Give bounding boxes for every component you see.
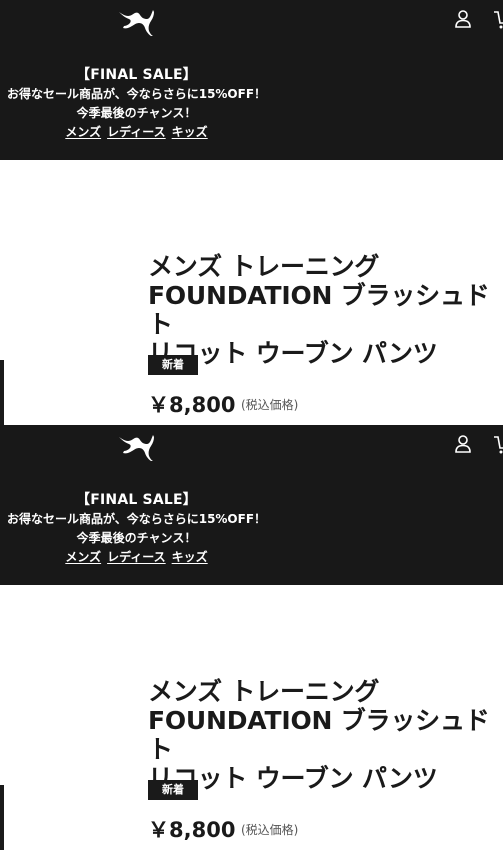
page-viewport-top: 【FINAL SALE】 お得なセール商品が、今ならさらに15%OFF！ 今季最… xyxy=(0,0,503,425)
product-price: ￥8,800 xyxy=(148,393,236,417)
promo-link-ladies[interactable]: レディース xyxy=(107,550,166,564)
product-price: ￥8,800 xyxy=(148,818,236,842)
tax-note: (税込価格) xyxy=(241,398,299,412)
product-image-edge xyxy=(0,785,4,850)
page-viewport-bottom: 【FINAL SALE】 お得なセール商品が、今ならさらに15%OFF！ 今季最… xyxy=(0,425,503,850)
product-title: メンズ トレーニング FOUNDATION ブラッシュド ト リコット ウーブン… xyxy=(148,677,490,793)
promo-link-kids[interactable]: キッズ xyxy=(172,125,208,139)
account-button[interactable] xyxy=(452,433,474,455)
promo-link-mens[interactable]: メンズ xyxy=(65,125,101,139)
promo-banner: 【FINAL SALE】 お得なセール商品が、今ならさらに15%OFF！ 今季最… xyxy=(0,467,503,585)
header-bar xyxy=(0,0,503,42)
promo-subtext: 今季最後のチャンス！ xyxy=(76,106,197,120)
new-badge: 新着 xyxy=(148,355,198,375)
promo-link-kids[interactable]: キッズ xyxy=(172,550,208,564)
cart-icon xyxy=(494,11,503,29)
product-title: メンズ トレーニング FOUNDATION ブラッシュド ト リコット ウーブン… xyxy=(148,252,490,368)
promo-links: メンズ レディース キッズ xyxy=(0,123,273,142)
tax-note: (税込価格) xyxy=(241,823,299,837)
promo-link-ladies[interactable]: レディース xyxy=(107,125,166,139)
cart-button[interactable] xyxy=(492,433,503,455)
puma-logo-icon[interactable] xyxy=(116,4,158,38)
user-icon xyxy=(455,435,471,453)
promo-title: 【FINAL SALE】 xyxy=(76,492,197,508)
user-icon xyxy=(455,10,471,28)
promo-title: 【FINAL SALE】 xyxy=(76,67,197,83)
puma-logo-icon[interactable] xyxy=(116,429,158,463)
account-button[interactable] xyxy=(452,8,474,30)
promo-subtext: 今季最後のチャンス！ xyxy=(76,531,197,545)
promo-text: お得なセール商品が、今ならさらに15%OFF！ xyxy=(6,512,267,526)
promo-links: メンズ レディース キッズ xyxy=(0,548,273,567)
new-badge: 新着 xyxy=(148,780,198,800)
promo-link-mens[interactable]: メンズ xyxy=(65,550,101,564)
product-image-edge xyxy=(0,360,4,425)
cart-button[interactable] xyxy=(492,8,503,30)
header-bar xyxy=(0,425,503,467)
promo-banner: 【FINAL SALE】 お得なセール商品が、今ならさらに15%OFF！ 今季最… xyxy=(0,42,503,160)
promo-text: お得なセール商品が、今ならさらに15%OFF！ xyxy=(6,87,267,101)
cart-icon xyxy=(494,436,503,454)
